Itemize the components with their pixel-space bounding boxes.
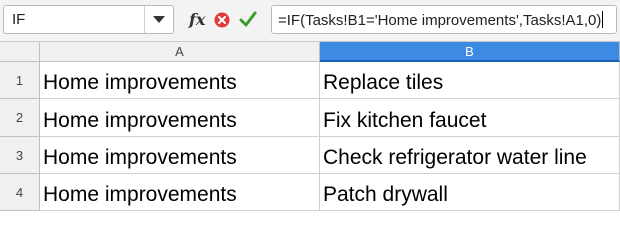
- column-header-a[interactable]: A: [40, 42, 320, 62]
- cancel-icon[interactable]: [214, 12, 230, 28]
- spreadsheet-window: IF fx =IF(Tasks!B1='Home improvements',T…: [0, 0, 620, 211]
- cell-a4[interactable]: Home improvements: [40, 174, 320, 211]
- column-header-b[interactable]: B: [320, 42, 620, 62]
- formula-value[interactable]: =IF(Tasks!B1='Home improvements',Tasks!A…: [278, 12, 601, 29]
- cell-a2[interactable]: Home improvements: [40, 99, 320, 137]
- name-box[interactable]: IF: [3, 5, 174, 34]
- text-caret: [602, 11, 604, 28]
- row-header-4[interactable]: 4: [0, 174, 40, 211]
- cell-b1[interactable]: Replace tiles: [320, 62, 620, 99]
- formula-input[interactable]: =IF(Tasks!B1='Home improvements',Tasks!A…: [271, 5, 617, 34]
- cell-b4[interactable]: Patch drywall: [320, 174, 620, 211]
- chevron-down-icon: [153, 16, 165, 23]
- cell-b2[interactable]: Fix kitchen faucet: [320, 99, 620, 137]
- row-header-3[interactable]: 3: [0, 137, 40, 174]
- row-header-1[interactable]: 1: [0, 62, 40, 99]
- cell-b3[interactable]: Check refrigerator water line: [320, 137, 620, 174]
- function-wizard-button[interactable]: fx: [189, 10, 205, 29]
- name-box-value[interactable]: IF: [12, 11, 25, 28]
- cell-a1[interactable]: Home improvements: [40, 62, 320, 99]
- formula-bar: IF fx =IF(Tasks!B1='Home improvements',T…: [0, 0, 620, 42]
- cell-a3[interactable]: Home improvements: [40, 137, 320, 174]
- accept-check-icon[interactable]: [239, 10, 257, 28]
- formula-text[interactable]: =IF(Tasks!B1='Home improvements',Tasks!A…: [278, 11, 604, 29]
- select-all-corner[interactable]: [0, 42, 40, 62]
- row-header-2[interactable]: 2: [0, 99, 40, 137]
- name-box-dropdown-button[interactable]: [144, 6, 173, 33]
